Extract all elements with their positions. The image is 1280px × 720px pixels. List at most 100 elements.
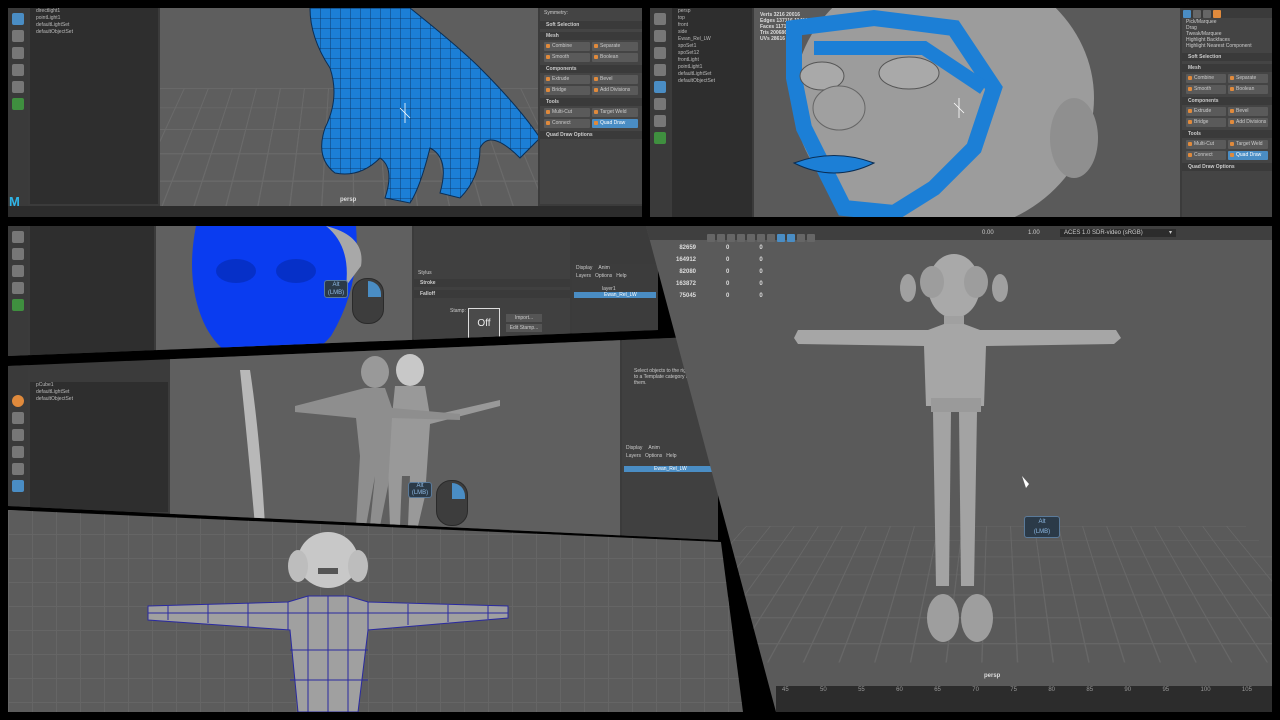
outliner-item[interactable]: defaultLightSet (30, 389, 168, 396)
timeline[interactable]: 45 50 55 60 65 70 75 80 85 90 95 100 105 (776, 686, 1272, 712)
layer-row-selected[interactable]: Ewan_Rel_LW (624, 466, 716, 472)
magnify-icon[interactable] (12, 98, 24, 110)
edit-stamp-button[interactable]: Edit Stamp... (506, 324, 542, 332)
outliner-item[interactable]: frontLight (672, 57, 752, 64)
select-tool-icon[interactable] (654, 13, 666, 25)
layout-icon-5[interactable] (12, 480, 24, 492)
tool-icon[interactable] (12, 395, 24, 407)
layout-icon-2[interactable] (12, 248, 24, 260)
layout-icon-2[interactable] (12, 429, 24, 441)
menu-layers[interactable]: Layers (626, 453, 641, 459)
target-weld-button[interactable]: Target Weld (592, 108, 638, 117)
import-button[interactable]: Import... (506, 314, 542, 322)
section-tools[interactable]: Tools (1182, 130, 1272, 138)
combine-button[interactable]: Combine (544, 42, 590, 51)
magnify-icon[interactable] (12, 299, 24, 311)
move-tool-icon[interactable] (654, 64, 666, 76)
connect-button[interactable]: Connect (1186, 151, 1226, 160)
outliner-item[interactable]: front (672, 22, 752, 29)
bridge-button[interactable]: Bridge (1186, 118, 1226, 127)
outliner-item[interactable]: defaultObjectSet (672, 78, 752, 85)
viewport-head[interactable]: Verts 3216 20016 Edges 137116 11499 Face… (754, 8, 1180, 217)
viewport-reference[interactable]: Alt (LMB) (170, 336, 620, 540)
layout-icon[interactable] (654, 81, 666, 93)
outliner-item[interactable]: pCube1 (30, 382, 168, 389)
layout-icon-2[interactable] (654, 98, 666, 110)
outliner-item[interactable]: pointLight1 (30, 15, 158, 22)
display-tab[interactable]: Display (576, 265, 592, 271)
separate-button[interactable]: Separate (1228, 74, 1268, 83)
section-stylus[interactable]: Stylus (418, 270, 566, 276)
section-stroke[interactable]: Stroke (414, 279, 570, 287)
extrude-button[interactable]: Extrude (544, 75, 590, 84)
timeline[interactable] (8, 206, 642, 217)
anim-tab[interactable]: Anim (598, 265, 609, 271)
section-mesh[interactable]: Mesh (540, 32, 642, 40)
select-tool-icon[interactable] (12, 13, 24, 25)
section-soft-selection[interactable]: Soft Selection (540, 21, 642, 29)
quad-draw-button[interactable]: Quad Draw (592, 119, 638, 128)
menu-options[interactable]: Options (645, 453, 662, 459)
viewport-hand[interactable]: persp (160, 8, 538, 206)
check-item[interactable]: Highlight Nearest Component (1186, 43, 1268, 49)
layout-icon[interactable] (12, 231, 24, 243)
layout-icon-2[interactable] (12, 81, 24, 93)
section-components[interactable]: Components (540, 65, 642, 73)
section-tools[interactable]: Tools (540, 98, 642, 106)
outliner-item[interactable]: persp (672, 8, 752, 15)
menu-options[interactable]: Options (595, 273, 612, 279)
layout-icon-3[interactable] (12, 446, 24, 458)
layout-icon[interactable] (12, 412, 24, 424)
outliner-item[interactable]: defaultLightSet (30, 22, 158, 29)
display-tab[interactable]: Display (626, 445, 642, 451)
section-components[interactable]: Components (1182, 97, 1272, 105)
layout-icon-3[interactable] (12, 265, 24, 277)
lasso-tool-icon[interactable] (654, 30, 666, 42)
outliner-item[interactable]: directlight1 (30, 8, 158, 15)
bridge-button[interactable]: Bridge (544, 86, 590, 95)
layout-icon[interactable] (12, 64, 24, 76)
add-divisions-button[interactable]: Add Divisions (1228, 118, 1268, 127)
toolkit-icon[interactable] (1203, 10, 1211, 18)
bevel-button[interactable]: Bevel (1228, 107, 1268, 116)
smooth-button[interactable]: Smooth (1186, 85, 1226, 94)
section-soft-selection[interactable]: Soft Selection (1182, 53, 1272, 61)
connect-button[interactable]: Connect (544, 119, 590, 128)
outliner-item[interactable]: pointLight1 (672, 64, 752, 71)
toolkit-icon[interactable] (1213, 10, 1221, 18)
anim-tab[interactable]: Anim (648, 445, 659, 451)
menu-help[interactable]: Help (666, 453, 676, 459)
paint-tool-icon[interactable] (654, 47, 666, 59)
outliner-item[interactable]: defaultObjectSet (30, 29, 158, 36)
magnify-icon[interactable] (654, 132, 666, 144)
layout-icon-3[interactable] (654, 115, 666, 127)
layer-row[interactable]: layer1 (572, 280, 658, 292)
outliner-item[interactable]: spoSet12 (672, 50, 752, 57)
outliner-item[interactable]: side (672, 29, 752, 36)
layer-row-selected[interactable]: Ewan_Rel_LW (574, 292, 656, 298)
layout-icon-4[interactable] (12, 463, 24, 475)
paint-tool-icon[interactable] (12, 47, 24, 59)
section-falloff[interactable]: Falloff (414, 290, 570, 298)
bevel-button[interactable]: Bevel (592, 75, 638, 84)
stamp-off-box[interactable]: Off (468, 308, 500, 340)
outliner-item[interactable]: top (672, 15, 752, 22)
smooth-button[interactable]: Smooth (544, 53, 590, 62)
extrude-button[interactable]: Extrude (1186, 107, 1226, 116)
separate-button[interactable]: Separate (592, 42, 638, 51)
menu-layers[interactable]: Layers (576, 273, 591, 279)
outliner-item[interactable]: defaultLightSet (672, 71, 752, 78)
outliner-item[interactable]: Ewan_Rel_LW (672, 36, 752, 43)
section-quad-draw-options[interactable]: Quad Draw Options (540, 131, 642, 139)
toolkit-icon[interactable] (1183, 10, 1191, 18)
lasso-tool-icon[interactable] (12, 30, 24, 42)
target-weld-button[interactable]: Target Weld (1228, 140, 1268, 149)
section-quad-draw-options[interactable]: Quad Draw Options (1182, 163, 1272, 171)
multi-cut-button[interactable]: Multi-Cut (544, 108, 590, 117)
boolean-button[interactable]: Boolean (1228, 85, 1268, 94)
combine-button[interactable]: Combine (1186, 74, 1226, 83)
boolean-button[interactable]: Boolean (592, 53, 638, 62)
outliner-item[interactable]: defaultObjectSet (30, 396, 168, 403)
add-divisions-button[interactable]: Add Divisions (592, 86, 638, 95)
viewport-sculpt[interactable]: Alt (LMB) (156, 226, 412, 356)
